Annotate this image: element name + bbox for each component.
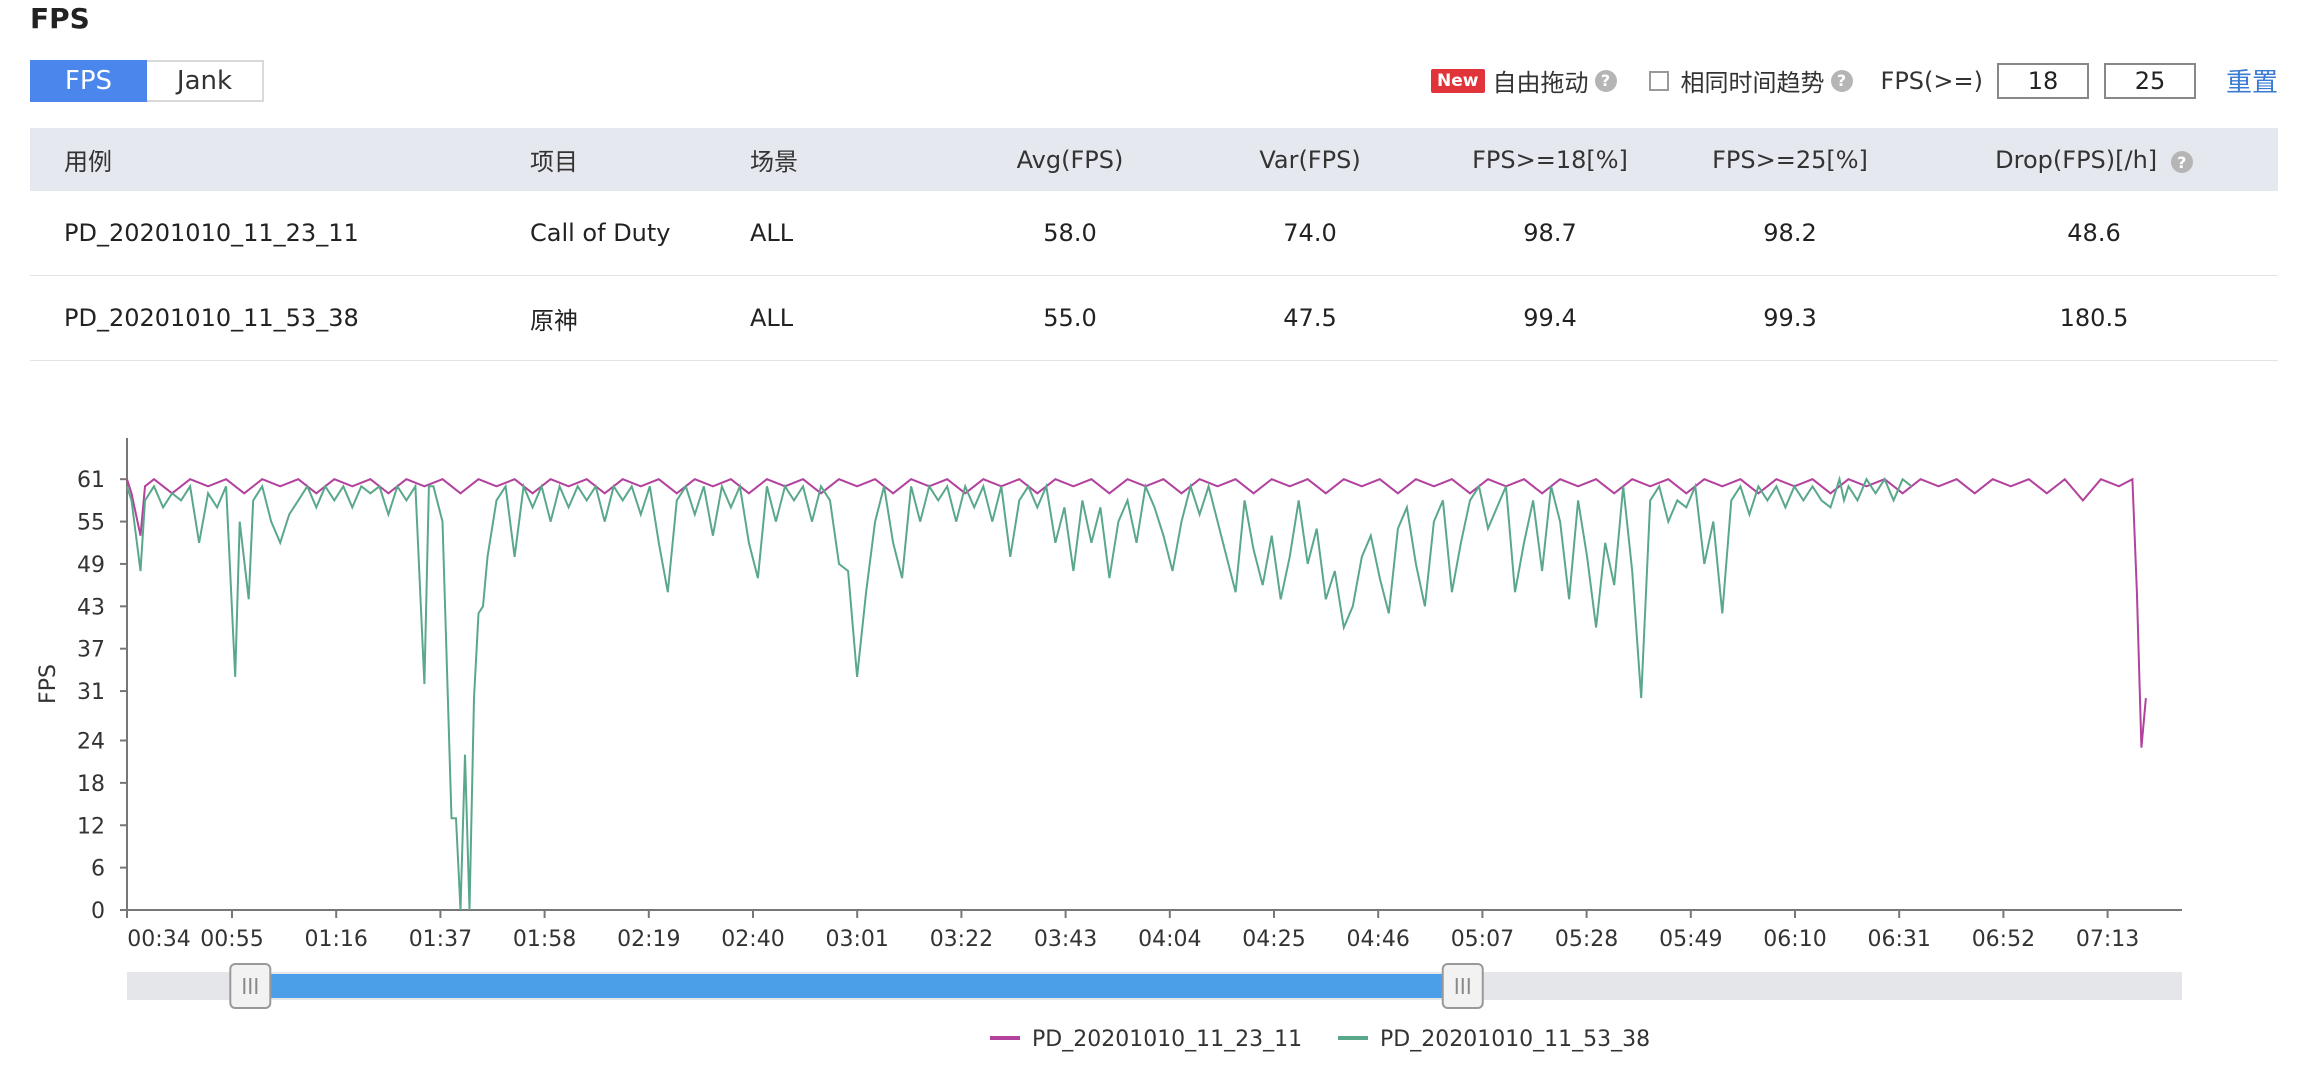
series-line-1: [126, 477, 2147, 748]
column-header[interactable]: FPS>=18[%]: [1430, 146, 1670, 174]
table-row[interactable]: PD_20201010_11_23_11 Call of Duty ALL 58…: [30, 191, 2278, 276]
question-circle-icon[interactable]: ?: [1830, 69, 1853, 92]
table-cell: 74.0: [1283, 219, 1337, 247]
x-tick-label: 05:49: [1659, 927, 1722, 952]
x-tick-label: 06:52: [1972, 927, 2035, 952]
y-tick-label: 37: [77, 638, 105, 663]
table-cell: PD_20201010_11_23_11: [64, 219, 359, 247]
table-cell: Call of Duty: [530, 219, 671, 247]
x-tick-label: 00:34: [127, 927, 190, 952]
series-line-2: [126, 475, 1913, 911]
table-cell: 99.4: [1523, 304, 1577, 332]
table-cell: 58.0: [1043, 219, 1097, 247]
y-tick-label: 61: [77, 468, 105, 493]
legend-label[interactable]: PD_20201010_11_53_38: [1380, 1027, 1650, 1052]
fps-threshold-label: FPS(>=): [1880, 66, 1983, 95]
legend-label[interactable]: PD_20201010_11_23_11: [1032, 1027, 1302, 1052]
y-tick-label: 0: [91, 899, 105, 924]
table-cell: 180.5: [2059, 304, 2129, 332]
reset-link[interactable]: 重置: [2226, 62, 2278, 99]
question-circle-icon[interactable]: ?: [2170, 151, 2193, 173]
table-cell: 98.2: [1763, 219, 1817, 247]
y-tick-label: 6: [91, 857, 105, 882]
column-header[interactable]: 场景: [750, 142, 950, 177]
fps-line-chart: 0 6 12 18 24 31 37 43 49 55 61 FPS 00:34 00:55 01:16 01…: [0, 400, 2308, 1072]
free-drag-label[interactable]: 自由拖动: [1493, 63, 1589, 98]
y-tick-label: 24: [77, 730, 105, 755]
x-tick-label: 03:01: [825, 927, 888, 952]
x-tick-label: 04:25: [1242, 927, 1305, 952]
same-time-trend-label[interactable]: 相同时间趋势: [1681, 63, 1825, 98]
table-cell: ALL: [750, 219, 794, 247]
column-header-label: Drop(FPS)[/h]: [1995, 145, 2158, 174]
y-axis-title: FPS: [36, 664, 61, 704]
column-header[interactable]: Avg(FPS): [950, 146, 1190, 174]
x-tick-label: 03:43: [1034, 927, 1097, 952]
table-cell: 47.5: [1283, 304, 1337, 332]
x-tick-label: 02:40: [721, 927, 784, 952]
x-tick-label: 04:46: [1346, 927, 1409, 952]
y-tick-label: 49: [77, 553, 105, 578]
fps-threshold-2-input[interactable]: [2103, 62, 2196, 99]
table-row[interactable]: PD_20201010_11_53_38 原神 ALL 55.0 47.5 99…: [30, 276, 2278, 361]
table-cell: PD_20201010_11_53_38: [64, 304, 359, 332]
new-badge: New: [1431, 68, 1485, 93]
table-cell: 98.7: [1523, 219, 1577, 247]
column-header[interactable]: FPS>=25[%]: [1670, 146, 1910, 174]
zoom-slider-range[interactable]: [250, 974, 1463, 998]
page-title: FPS: [30, 2, 90, 35]
x-tick-label: 06:31: [1867, 927, 1930, 952]
question-circle-icon[interactable]: ?: [1594, 69, 1617, 92]
table-header: 用例 项目 场景 Avg(FPS) Var(FPS) FPS>=18[%] FP…: [30, 128, 2278, 191]
tab-fps[interactable]: FPS: [30, 60, 147, 102]
y-tick-label: 31: [77, 680, 105, 705]
x-tick-label: 02:19: [617, 927, 680, 952]
x-tick-label: 00:55: [200, 927, 263, 952]
chart-toolbar: New 自由拖动 ? 相同时间趋势 ? FPS(>=) 重置: [1431, 62, 2278, 99]
tab-jank[interactable]: Jank: [147, 60, 264, 102]
table-cell: 99.3: [1763, 304, 1817, 332]
column-header[interactable]: Var(FPS): [1190, 146, 1430, 174]
column-header[interactable]: 项目: [530, 142, 750, 177]
chart-svg: 0 6 12 18 24 31 37 43 49 55 61 FPS 00:34 00:55 01:16 01…: [36, 438, 2182, 1052]
table-cell: 48.6: [2067, 219, 2121, 247]
column-header-drop[interactable]: Drop(FPS)[/h] ?: [1910, 146, 2278, 174]
x-tick-label: 06:10: [1763, 927, 1826, 952]
column-header[interactable]: 用例: [30, 142, 530, 177]
metric-tabs: FPS Jank: [30, 60, 264, 102]
same-time-trend-checkbox[interactable]: [1648, 70, 1669, 91]
table-cell: 55.0: [1043, 304, 1097, 332]
x-tick-label: 01:37: [409, 927, 472, 952]
y-tick-label: 43: [77, 595, 105, 620]
x-tick-label: 01:16: [304, 927, 367, 952]
y-tick-label: 55: [77, 511, 105, 536]
y-tick-label: 12: [77, 814, 105, 839]
x-tick-label: 05:07: [1451, 927, 1514, 952]
fps-threshold-1-input[interactable]: [1996, 62, 2089, 99]
x-tick-label: 03:22: [930, 927, 993, 952]
table-cell: 原神: [530, 306, 578, 335]
x-tick-label: 04:04: [1138, 927, 1201, 952]
x-tick-label: 05:28: [1555, 927, 1618, 952]
y-tick-label: 18: [77, 772, 105, 797]
fps-summary-table: 用例 项目 场景 Avg(FPS) Var(FPS) FPS>=18[%] FP…: [30, 128, 2278, 361]
table-cell: ALL: [750, 304, 794, 332]
x-tick-label: 07:13: [2076, 927, 2139, 952]
x-tick-label: 01:58: [513, 927, 576, 952]
